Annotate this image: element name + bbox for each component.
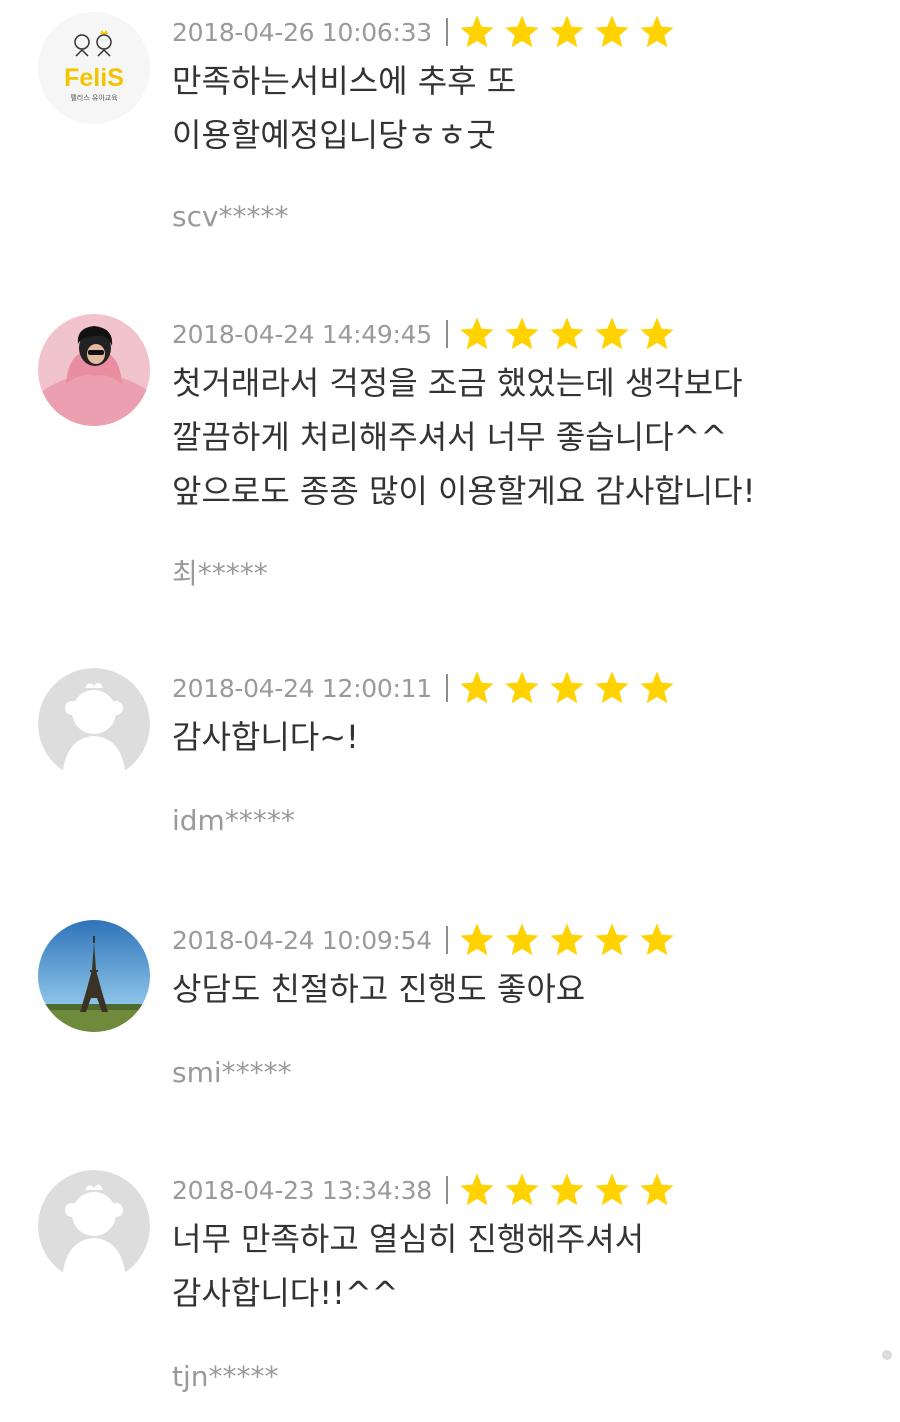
- star-icon: [640, 671, 674, 704]
- review-date: 2018-04-23 13:34:38: [172, 1175, 432, 1205]
- review-meta: 2018-04-24 14:49:45: [172, 314, 683, 354]
- review-text: 첫거래라서 걱정을 조금 했었는데 생각보다 깔끔하게 처리해주셔서 너무 좋습…: [172, 356, 872, 518]
- review-text-line: 상담도 친절하고 진행도 좋아요: [172, 970, 586, 1008]
- felis-logo-subtext: 펠리스 유아교육: [70, 93, 118, 102]
- review-meta: 2018-04-26 10:06:33: [172, 12, 683, 52]
- star-icon: [595, 1173, 629, 1206]
- star-icon: [505, 923, 539, 956]
- review-text: 감사합니다~!: [172, 710, 872, 764]
- star-icon: [550, 1173, 584, 1206]
- star-icon: [595, 317, 629, 350]
- review-username: 최*****: [172, 557, 268, 590]
- review-meta: 2018-04-24 12:00:11: [172, 668, 683, 708]
- review-username: tjn*****: [172, 1360, 279, 1393]
- star-icon: [505, 15, 539, 48]
- star-icon: [640, 1173, 674, 1206]
- star-icon: [460, 671, 494, 704]
- review-username: idm*****: [172, 804, 295, 837]
- review-meta: 2018-04-23 13:34:38: [172, 1170, 683, 1210]
- review-date: 2018-04-26 10:06:33: [172, 17, 432, 47]
- review-date: 2018-04-24 12:00:11: [172, 673, 432, 703]
- person-pink-sweater-avatar[interactable]: [38, 314, 150, 426]
- review-text-line: 만족하는서비스에 추후 또: [172, 62, 517, 100]
- star-icon: [460, 317, 494, 350]
- star-icon: [640, 923, 674, 956]
- review-text: 너무 만족하고 열심히 진행해주셔서 감사합니다!!^^: [172, 1212, 872, 1320]
- star-rating: [458, 13, 683, 51]
- review-text-line: 감사합니다!!^^: [172, 1274, 399, 1312]
- meta-divider: [445, 926, 448, 954]
- star-icon: [595, 671, 629, 704]
- felis-logo-avatar[interactable]: FeliS 펠리스 유아교육: [38, 12, 150, 124]
- star-rating: [458, 921, 683, 959]
- star-icon: [595, 15, 629, 48]
- review-meta: 2018-04-24 10:09:54: [172, 920, 683, 960]
- review-text-line: 너무 만족하고 열심히 진행해주셔서: [172, 1220, 645, 1258]
- scroll-indicator: [882, 1350, 892, 1360]
- star-icon: [505, 317, 539, 350]
- star-rating: [458, 669, 683, 707]
- review-text-line: 첫거래라서 걱정을 조금 했었는데 생각보다: [172, 364, 743, 402]
- star-icon: [460, 1173, 494, 1206]
- star-icon: [550, 317, 584, 350]
- star-icon: [505, 1173, 539, 1206]
- star-icon: [460, 15, 494, 48]
- review-text-line: 감사합니다~!: [172, 718, 359, 756]
- review-date: 2018-04-24 10:09:54: [172, 925, 432, 955]
- review-text-line: 앞으로도 종종 많이 이용할게요 감사합니다!: [172, 472, 756, 510]
- star-icon: [460, 923, 494, 956]
- review-username: smi*****: [172, 1056, 292, 1089]
- eiffel-tower-avatar[interactable]: [38, 920, 150, 1032]
- review-username: scv*****: [172, 200, 289, 233]
- review-text: 만족하는서비스에 추후 또 이용할예정입니당ㅎㅎ굿: [172, 54, 872, 162]
- star-icon: [550, 671, 584, 704]
- meta-divider: [445, 18, 448, 46]
- star-icon: [640, 317, 674, 350]
- felis-logo-text: FeliS: [64, 64, 124, 92]
- review-text: 상담도 친절하고 진행도 좋아요: [172, 962, 872, 1016]
- default-user-avatar[interactable]: [38, 668, 150, 780]
- meta-divider: [445, 320, 448, 348]
- star-rating: [458, 1171, 683, 1209]
- meta-divider: [445, 674, 448, 702]
- star-icon: [550, 15, 584, 48]
- star-icon: [640, 15, 674, 48]
- star-icon: [595, 923, 629, 956]
- star-icon: [505, 671, 539, 704]
- meta-divider: [445, 1176, 448, 1204]
- star-icon: [550, 923, 584, 956]
- review-text-line: 이용할예정입니당ㅎㅎ굿: [172, 116, 496, 154]
- default-user-avatar[interactable]: [38, 1170, 150, 1282]
- star-rating: [458, 315, 683, 353]
- review-text-line: 깔끔하게 처리해주셔서 너무 좋습니다^^: [172, 418, 728, 456]
- review-date: 2018-04-24 14:49:45: [172, 319, 432, 349]
